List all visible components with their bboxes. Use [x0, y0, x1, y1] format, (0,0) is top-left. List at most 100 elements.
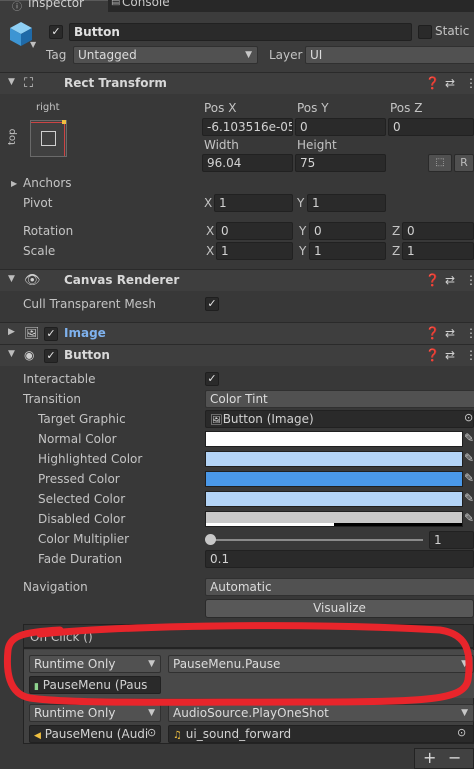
event-2-target-field[interactable]: ◀ PauseMenu (Audi: [29, 725, 161, 743]
layer-dropdown[interactable]: UI: [305, 46, 474, 64]
preset-icon[interactable]: ⇄: [445, 326, 455, 340]
pos-y-field[interactable]: 0: [295, 118, 386, 136]
anchor-top-line: [31, 122, 66, 123]
foldout-expanded-icon: ▼: [8, 349, 15, 359]
anchors-foldout-icon[interactable]: ▶: [11, 179, 17, 188]
pressed-color-swatch[interactable]: [205, 471, 463, 487]
canvas-renderer-title: Canvas Renderer: [64, 273, 180, 287]
eyedropper-icon[interactable]: ✎: [464, 491, 474, 505]
color-multiplier-slider-track[interactable]: [209, 539, 423, 541]
width-label: Width: [204, 138, 239, 152]
object-picker-icon[interactable]: ⊙: [457, 726, 466, 739]
target-graphic-field[interactable]: 🖼Button (Image): [205, 410, 474, 428]
fade-duration-field[interactable]: 0.1: [205, 550, 474, 568]
scale-x-field[interactable]: 1: [216, 242, 293, 260]
more-menu-icon[interactable]: ⋮: [465, 348, 474, 362]
blueprint-mode-button[interactable]: ⬚: [428, 154, 452, 172]
more-menu-icon[interactable]: ⋮: [465, 326, 474, 340]
tab-console-label: Console: [122, 0, 170, 9]
scale-x-axis-label: X: [206, 244, 215, 258]
event-2-argument-value: ui_sound_forward: [185, 727, 292, 741]
help-icon[interactable]: ❓: [425, 348, 440, 362]
rotation-y-field[interactable]: 0: [309, 222, 386, 240]
scale-z-axis-label: Z: [392, 244, 401, 258]
help-icon[interactable]: ❓: [425, 76, 440, 90]
interactable-checkbox[interactable]: ✓: [205, 372, 219, 386]
normal-color-label: Normal Color: [38, 432, 117, 446]
event-2-argument-field[interactable]: ♫ ui_sound_forward: [168, 725, 474, 743]
pivot-x-field[interactable]: 1: [214, 194, 293, 212]
tab-console[interactable]: ▤ Console: [108, 0, 198, 12]
tab-inspector[interactable]: ⓘ Inspector: [0, 0, 108, 13]
height-label: Height: [297, 138, 337, 152]
transition-dropdown[interactable]: Color Tint: [205, 390, 474, 408]
static-label: Static: [435, 24, 470, 38]
object-active-checkbox[interactable]: ✓: [49, 25, 63, 39]
rect-transform-header[interactable]: ▼ ⛶ Rect Transform ❓ ⇄ ⋮: [0, 72, 474, 94]
height-field[interactable]: 75: [295, 154, 386, 172]
eyedropper-icon[interactable]: ✎: [464, 471, 474, 485]
add-event-button[interactable]: +: [423, 748, 436, 767]
anchor-preset-button[interactable]: [30, 120, 67, 157]
button-header[interactable]: ▼ ◉ ✓ Button ❓ ⇄ ⋮: [0, 344, 474, 366]
cull-transparent-mesh-checkbox[interactable]: ✓: [205, 297, 219, 311]
event-2-target-value: PauseMenu (Audi: [44, 727, 149, 741]
more-menu-icon[interactable]: ⋮: [465, 273, 474, 287]
image-header[interactable]: ▶ 🖼 ✓ Image ❓ ⇄ ⋮: [0, 322, 474, 344]
more-menu-icon[interactable]: ⋮: [465, 76, 474, 90]
navigation-value: Automatic: [210, 580, 272, 594]
layer-label: Layer: [269, 48, 303, 62]
navigation-dropdown[interactable]: Automatic: [205, 578, 474, 596]
color-multiplier-slider-handle[interactable]: [205, 534, 216, 545]
audio-clip-icon: ♫: [173, 730, 182, 741]
help-icon[interactable]: ❓: [425, 326, 440, 340]
tag-dropdown[interactable]: Untagged ▼: [73, 46, 258, 64]
eyedropper-icon[interactable]: ✎: [464, 431, 474, 445]
anchor-v-label: top: [7, 128, 18, 145]
scale-y-field[interactable]: 1: [309, 242, 386, 260]
normal-color-swatch[interactable]: [205, 431, 463, 447]
preset-icon[interactable]: ⇄: [445, 348, 455, 362]
help-icon[interactable]: ❓: [425, 273, 440, 287]
static-checkbox[interactable]: [418, 25, 432, 39]
selected-color-swatch[interactable]: [205, 491, 463, 507]
rotation-z-axis-label: Z: [392, 224, 401, 238]
selected-color-label: Selected Color: [38, 492, 126, 506]
dotted-square-icon: ⬚: [435, 157, 445, 168]
eyedropper-icon[interactable]: ✎: [464, 451, 474, 465]
remove-event-button[interactable]: −: [448, 748, 461, 767]
disabled-color-swatch[interactable]: [205, 511, 463, 527]
raw-edit-button[interactable]: R: [454, 154, 474, 172]
color-multiplier-field[interactable]: 1: [429, 531, 474, 549]
anchors-label[interactable]: Anchors: [23, 176, 72, 190]
rect-transform-title: Rect Transform: [64, 76, 167, 90]
pos-z-field[interactable]: 0: [388, 118, 474, 136]
fade-duration-label: Fade Duration: [38, 552, 123, 566]
object-picker-icon[interactable]: ⊙: [147, 726, 156, 739]
button-enabled-checkbox[interactable]: ✓: [44, 349, 58, 363]
icon-dropdown-arrow-icon[interactable]: ▼: [30, 40, 36, 49]
object-picker-icon[interactable]: ⊙: [464, 411, 473, 424]
width-field[interactable]: 96.04: [202, 154, 293, 172]
canvas-renderer-header[interactable]: ▼ 👁 Canvas Renderer ❓ ⇄ ⋮: [0, 269, 474, 291]
scale-label: Scale: [23, 244, 56, 258]
rotation-z-field[interactable]: 0: [402, 222, 474, 240]
image-enabled-checkbox[interactable]: ✓: [44, 327, 58, 341]
highlighted-color-swatch[interactable]: [205, 451, 463, 467]
rotation-x-axis-label: X: [206, 224, 215, 238]
pos-x-field[interactable]: -6.103516e-05: [202, 118, 293, 136]
scale-z-field[interactable]: 1: [402, 242, 474, 260]
eyedropper-icon[interactable]: ✎: [464, 511, 474, 525]
button-title: Button: [64, 348, 110, 362]
image-title: Image: [64, 326, 106, 340]
navigation-label: Navigation: [23, 580, 88, 594]
object-name-field[interactable]: Button: [69, 23, 412, 41]
button-component-icon: ◉: [24, 348, 35, 362]
visualize-button[interactable]: Visualize: [205, 599, 474, 618]
preset-icon[interactable]: ⇄: [445, 76, 455, 90]
rotation-x-field[interactable]: 0: [216, 222, 293, 240]
pivot-y-field[interactable]: 1: [307, 194, 386, 212]
disabled-color-label: Disabled Color: [38, 512, 126, 526]
preset-icon[interactable]: ⇄: [445, 273, 455, 287]
anchor-frame: [41, 131, 56, 146]
